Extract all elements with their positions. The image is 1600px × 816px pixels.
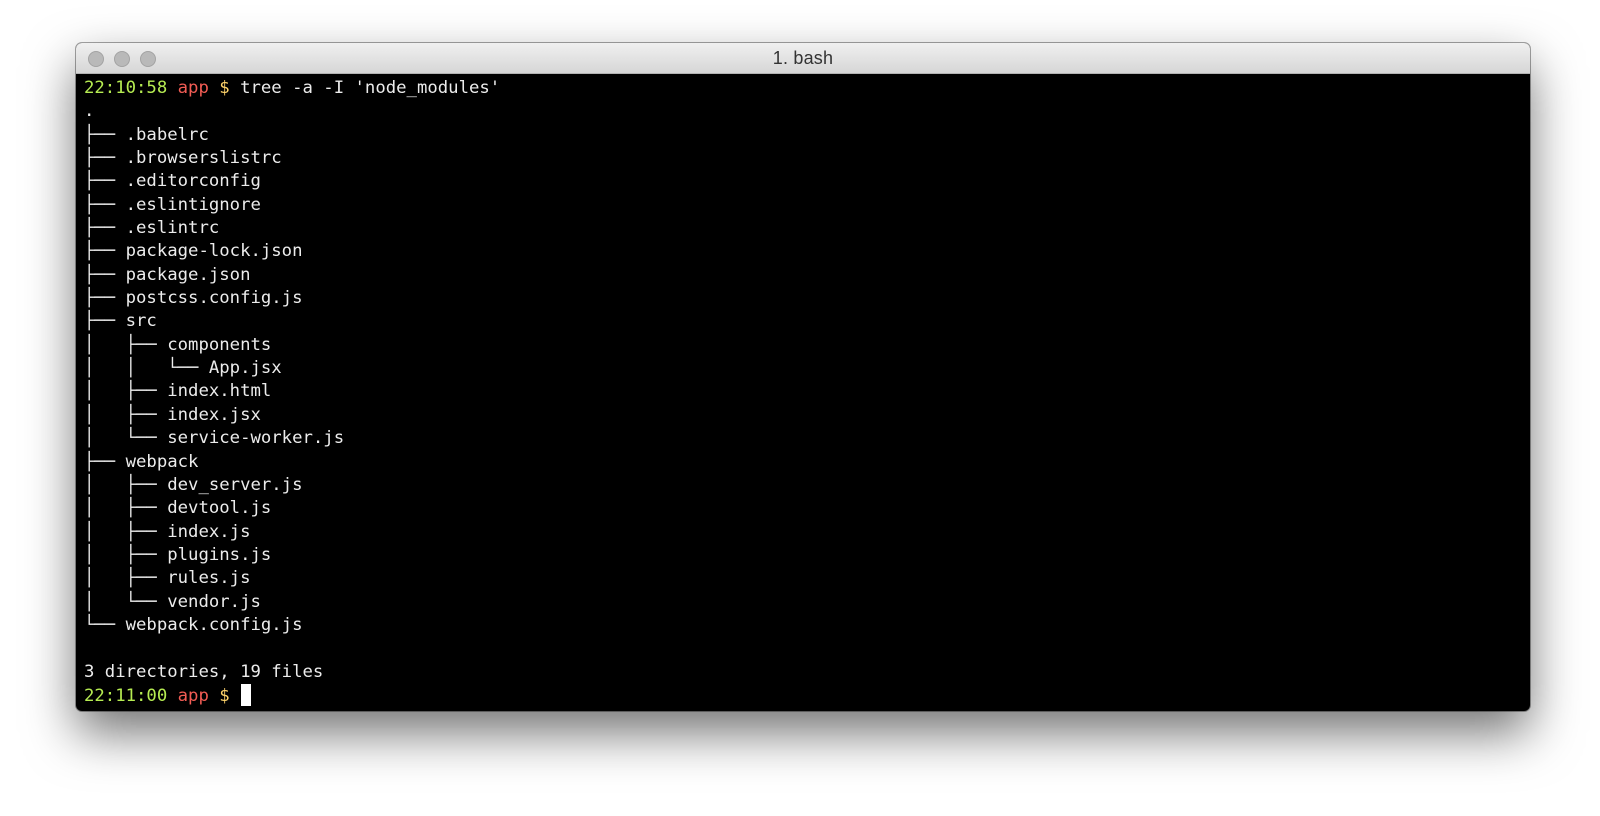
summary-line: 3 directories, 19 files [84,661,324,682]
tree-line: │ ├── devtool.js [84,498,272,519]
text-cursor[interactable] [241,683,252,706]
title-bar[interactable]: 1. bash [76,43,1530,74]
tree-line: │ ├── plugins.js [84,544,272,565]
tree-line: ├── .browserslistrc [84,148,282,169]
tree-line: . [84,101,95,122]
tree-line: ├── package.json [84,264,251,285]
tree-line: ├── webpack [84,451,199,472]
zoom-button[interactable] [140,51,156,67]
window-controls [88,51,156,67]
tree-line: │ ├── rules.js [84,568,251,589]
tree-line: │ ├── index.jsx [84,404,261,425]
tree-line: │ └── vendor.js [84,591,261,612]
prompt-symbol: $ [219,78,230,98]
prompt-time: 22:11:00 [84,685,168,706]
tree-line: │ ├── dev_server.js [84,474,303,495]
tree-line: ├── postcss.config.js [84,288,303,309]
tree-line: │ ├── components [84,334,272,355]
tree-line: │ └── service-worker.js [84,428,345,449]
close-button[interactable] [88,51,104,67]
prompt-symbol: $ [219,685,230,706]
tree-line: ├── .eslintrc [84,218,220,239]
tree-line: │ ├── index.js [84,521,251,542]
prompt-time: 22:10:58 [84,78,168,98]
tree-line: ├── src [84,311,157,332]
tree-line: ├── package-lock.json [84,241,303,262]
terminal-window[interactable]: 1. bash 22:10:58 app $ tree -a -I 'node_… [76,43,1530,711]
tree-line: │ ├── index.html [84,381,272,402]
command-text: tree -a -I 'node_modules' [240,78,501,98]
prompt-host: app [177,78,209,98]
minimize-button[interactable] [114,51,130,67]
prompt-line: 22:10:58 app $ tree -a -I 'node_modules' [84,77,1522,100]
tree-line: ├── .babelrc [84,124,209,145]
prompt-host: app [177,685,209,706]
window-title: 1. bash [772,47,834,68]
tree-line: ├── .editorconfig [84,171,261,192]
active-prompt-line[interactable]: 22:11:00 app $ [84,683,1522,707]
tree-line: ├── .eslintignore [84,194,261,215]
tree-output: . ├── .babelrc ├── .browserslistrc ├── .edi… [84,100,1522,637]
tree-line: └── webpack.config.js [84,614,303,635]
terminal-output[interactable]: 22:10:58 app $ tree -a -I 'node_modules'… [84,77,1522,707]
tree-line: │ │ └── App.jsx [84,358,282,379]
